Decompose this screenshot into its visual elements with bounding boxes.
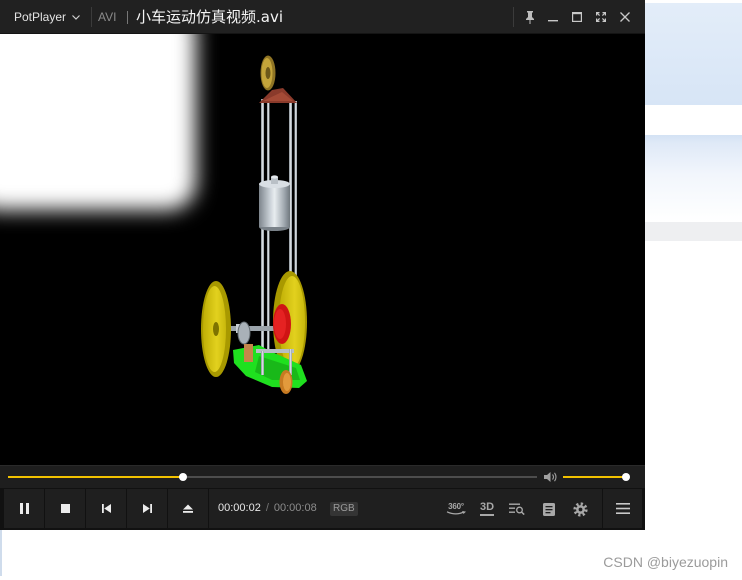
window-controls-divider <box>513 7 514 27</box>
time-display: 00:00:02 / 00:00:08 <box>218 489 317 528</box>
stop-button[interactable] <box>45 489 85 528</box>
seek-bar-knob[interactable] <box>178 473 187 481</box>
pin-button[interactable] <box>519 6 541 28</box>
maximize-button[interactable] <box>566 6 588 28</box>
pin-icon <box>525 10 535 24</box>
pause-button[interactable] <box>4 489 44 528</box>
chevron-down-icon <box>72 14 80 20</box>
volume-slider-knob[interactable] <box>621 473 630 481</box>
360-video-button[interactable]: 360° <box>444 498 468 520</box>
rear-wheel-face <box>283 373 291 391</box>
seek-bar[interactable] <box>8 473 537 481</box>
3d-label: 3D <box>479 502 495 516</box>
previous-icon <box>101 504 111 513</box>
app-menu-button[interactable]: PotPlayer <box>4 5 88 29</box>
time-separator: / <box>265 502 269 514</box>
background-gray-band <box>645 222 742 241</box>
current-time: 00:00:02 <box>218 502 261 514</box>
background-page <box>645 0 742 530</box>
subtitle-icon <box>543 502 555 516</box>
fullscreen-icon <box>596 12 606 22</box>
360-video-icon <box>446 511 466 516</box>
total-time: 00:00:08 <box>273 502 317 514</box>
watermark: CSDN @biyezuopin <box>603 554 728 570</box>
video-area[interactable] <box>0 34 645 465</box>
vehicle-model <box>201 55 307 394</box>
volume-button[interactable] <box>543 470 559 483</box>
fullscreen-button[interactable] <box>590 6 612 28</box>
minimize-button[interactable] <box>542 6 564 28</box>
playlist-button[interactable] <box>507 498 527 520</box>
video-frame <box>0 34 307 394</box>
3d-button[interactable]: 3D <box>477 498 497 520</box>
subtitle-button[interactable] <box>539 498 559 520</box>
360-video-label: 360° <box>448 502 464 511</box>
title-bar[interactable]: PotPlayer AVI 小车运动仿真视频.avi <box>0 0 645 34</box>
pause-icon <box>19 503 29 514</box>
color-format-badge: RGB <box>330 502 358 516</box>
next-icon <box>142 504 152 513</box>
stop-icon <box>60 504 70 513</box>
next-button[interactable] <box>127 489 167 528</box>
window-title: 小车运动仿真视频.avi <box>136 8 284 26</box>
volume-slider-fill <box>563 476 626 478</box>
close-icon <box>620 12 630 22</box>
info-panel: 00:00:02 / 00:00:08 RGB 360° 3D <box>209 489 602 528</box>
maximize-icon <box>572 12 582 22</box>
menu-icon <box>615 503 630 514</box>
title-divider <box>91 7 92 27</box>
base-frame-post <box>261 351 264 375</box>
left-wheel-hub <box>213 322 219 336</box>
main-menu-button[interactable] <box>603 489 642 528</box>
potplayer-window: PotPlayer AVI 小车运动仿真视频.avi 00:00:02 / 00… <box>0 0 645 530</box>
title-separator <box>127 11 128 24</box>
eject-icon <box>183 504 193 513</box>
settings-button[interactable] <box>570 498 590 520</box>
eject-button[interactable] <box>168 489 208 528</box>
top-pulley-hub <box>265 67 271 79</box>
seek-row <box>0 465 645 488</box>
previous-button[interactable] <box>86 489 126 528</box>
axle-pulley <box>237 321 251 345</box>
weight-cap-top <box>271 175 278 179</box>
volume-slider[interactable] <box>563 473 630 481</box>
settings-gear-icon <box>572 501 588 517</box>
red-disc-face <box>274 309 286 339</box>
weight-cylinder <box>259 184 290 227</box>
base-frame-post <box>289 349 292 375</box>
volume-icon <box>544 471 558 483</box>
minimize-icon <box>548 12 558 22</box>
close-button[interactable] <box>614 6 636 28</box>
background-blue-band <box>645 135 742 222</box>
app-name: PotPlayer <box>14 10 67 24</box>
light-glow <box>0 34 196 210</box>
background-left-edge <box>0 530 2 576</box>
tan-block <box>244 344 253 362</box>
control-bar: 00:00:02 / 00:00:08 RGB 360° 3D <box>0 488 645 530</box>
format-label: AVI <box>98 10 117 24</box>
background-blue-header <box>645 3 742 105</box>
playlist-search-icon <box>509 503 525 515</box>
seek-bar-fill <box>8 476 183 478</box>
